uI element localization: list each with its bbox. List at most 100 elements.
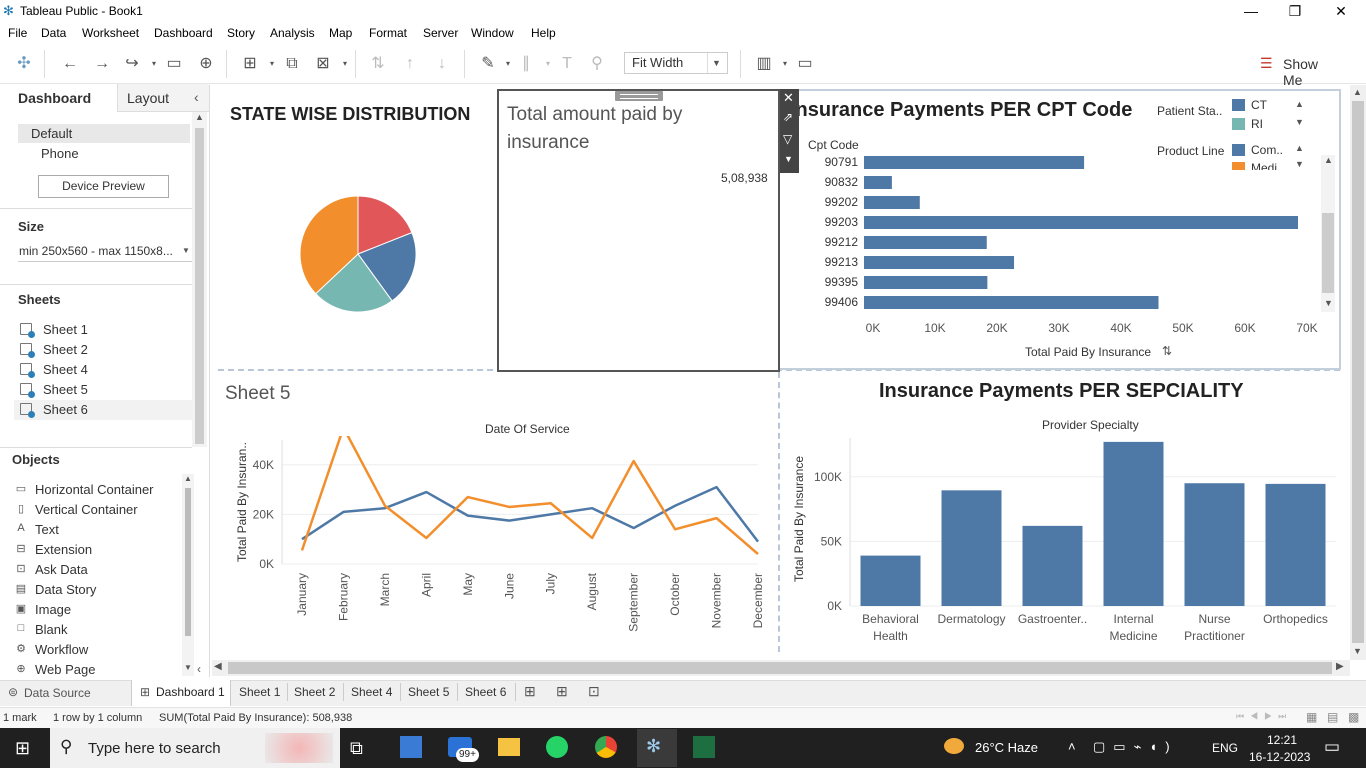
scroll-down-icon[interactable]: ▼ <box>1353 646 1362 656</box>
new-worksheet-dropdown-icon[interactable]: ▾ <box>262 54 282 74</box>
object-item[interactable]: ▭ Horizontal Container <box>12 480 180 500</box>
tab-layout[interactable]: Layout ‹ <box>117 84 209 112</box>
menu-window[interactable]: Window <box>471 26 514 40</box>
legend-item[interactable]: Com.. <box>1251 143 1283 157</box>
object-item[interactable]: ▯ Vertical Container <box>12 500 180 520</box>
restore-button[interactable]: ❐ <box>1272 0 1318 22</box>
new-worksheet-icon[interactable]: ⊞ <box>524 683 536 700</box>
sheet-item[interactable]: Sheet 2 <box>14 340 192 360</box>
presentation-mode-icon[interactable]: ▭ <box>795 54 815 74</box>
replay-dropdown-icon[interactable]: ▾ <box>144 54 164 74</box>
task-view-icon[interactable]: ⧉ <box>350 738 363 759</box>
object-item[interactable]: ⊕ Web Page <box>12 660 180 680</box>
grid-view-icon[interactable]: ▩ <box>1348 710 1359 724</box>
cpt-scrollbar[interactable]: ▲ ▼ <box>1321 155 1335 312</box>
clear-dropdown-icon[interactable]: ▾ <box>335 54 355 74</box>
chrome-icon[interactable] <box>595 736 617 758</box>
show-me-button[interactable]: ☰ Show Me <box>1240 52 1340 88</box>
scroll-left-icon[interactable]: ◀ <box>214 661 222 672</box>
sheet-item[interactable]: Sheet 1 <box>14 320 192 340</box>
menu-worksheet[interactable]: Worksheet <box>82 26 139 40</box>
legend-item[interactable]: CT <box>1251 98 1267 112</box>
more-options-icon[interactable]: ▼ <box>784 154 793 164</box>
left-pane-scrollbar[interactable]: ▲ <box>192 112 207 447</box>
undo-icon[interactable]: ← <box>60 54 80 74</box>
device-preview-button[interactable]: Device Preview <box>38 175 169 198</box>
device-default[interactable]: Default <box>18 124 190 143</box>
object-item[interactable]: ▣ Image <box>12 600 180 620</box>
new-worksheet-icon[interactable]: ⊞ <box>240 54 260 74</box>
go-to-sheet-icon[interactable]: ⇗ <box>783 110 793 124</box>
menu-analysis[interactable]: Analysis <box>270 26 315 40</box>
sheet-nav-icons[interactable]: ⏮◀▶⏭ <box>1236 711 1292 722</box>
scroll-up-icon[interactable]: ▲ <box>1295 143 1304 153</box>
sheet-item[interactable]: Sheet 6 <box>14 400 192 420</box>
scroll-down-icon[interactable]: ▼ <box>1324 298 1333 308</box>
legend-item[interactable]: Medi.. <box>1251 162 1284 170</box>
tray-chevron-up-icon[interactable]: ˄ <box>1068 739 1076 754</box>
tab-data-source[interactable]: ⊜ Data Source <box>0 681 128 705</box>
canvas-h-scrollbar[interactable]: ◀ ▶ <box>212 660 1350 676</box>
filmstrip-icon[interactable]: ▤ <box>1327 710 1338 724</box>
legend-item[interactable]: RI <box>1251 117 1263 131</box>
replay-icon[interactable]: ↪ <box>122 54 142 74</box>
clock-time[interactable]: 12:21 <box>1262 733 1302 747</box>
notifications-icon[interactable]: ▭ <box>1324 737 1340 757</box>
scrollbar-thumb[interactable] <box>1352 101 1364 643</box>
scrollbar-thumb[interactable] <box>185 488 191 636</box>
highlight-dropdown-icon[interactable]: ▾ <box>498 54 518 74</box>
new-data-source-icon[interactable]: ⊕ <box>196 54 216 74</box>
tab-sheet-4[interactable]: Sheet 4 <box>351 685 392 699</box>
show-cards-dropdown-icon[interactable]: ▾ <box>775 54 795 74</box>
fit-select[interactable]: Fit Width ▼ <box>624 52 728 74</box>
minimize-button[interactable]: — <box>1228 0 1274 22</box>
show-sheets-as-tabs-icon[interactable]: ▦ <box>1306 710 1317 724</box>
scroll-up-icon[interactable]: ▲ <box>1353 87 1362 97</box>
menu-file[interactable]: File <box>8 26 27 40</box>
scroll-down-icon[interactable]: ▼ <box>1295 117 1304 127</box>
tab-sheet-6[interactable]: Sheet 6 <box>465 685 506 699</box>
new-dashboard-icon[interactable]: ⊞ <box>556 683 568 700</box>
menu-dashboard[interactable]: Dashboard <box>154 26 213 40</box>
device-phone[interactable]: Phone <box>41 146 79 161</box>
menu-format[interactable]: Format <box>369 26 407 40</box>
tab-sheet-1[interactable]: Sheet 1 <box>239 685 280 699</box>
menu-map[interactable]: Map <box>329 26 352 40</box>
scroll-up-icon[interactable]: ▲ <box>195 112 204 122</box>
menu-story[interactable]: Story <box>227 26 255 40</box>
sheet-item[interactable]: Sheet 4 <box>14 360 192 380</box>
sort-icon[interactable]: ⇅ <box>1162 344 1172 358</box>
tab-sheet-2[interactable]: Sheet 2 <box>294 685 335 699</box>
show-cards-icon[interactable]: ▥ <box>754 54 774 74</box>
object-item[interactable]: □ Blank <box>12 620 180 640</box>
tray-system-icons[interactable]: ▢▭⌁◖) <box>1093 739 1178 755</box>
language-indicator[interactable]: ENG <box>1212 741 1238 755</box>
scroll-up-icon[interactable]: ▲ <box>184 474 192 483</box>
save-icon[interactable]: ▭ <box>164 54 184 74</box>
scrollbar-thumb[interactable] <box>195 128 204 444</box>
scrollbar-thumb[interactable] <box>1322 213 1334 293</box>
scroll-down-icon[interactable]: ▼ <box>184 663 192 672</box>
tableau-start-icon[interactable]: ✣ <box>14 54 34 74</box>
weather-text[interactable]: 26°C Haze <box>975 740 1038 755</box>
tab-sheet-5[interactable]: Sheet 5 <box>408 685 449 699</box>
scrollbar-thumb[interactable] <box>228 662 1332 674</box>
object-item[interactable]: A Text <box>12 520 180 540</box>
clock-date[interactable]: 16-12-2023 <box>1249 750 1310 764</box>
total-amount-zone[interactable]: Total amount paid by insurance 5,08,938 <box>497 89 780 372</box>
scroll-right-icon[interactable]: ▶ <box>1336 661 1344 672</box>
scroll-up-icon[interactable]: ▲ <box>1324 155 1333 165</box>
store-icon[interactable] <box>400 736 422 758</box>
file-explorer-icon[interactable] <box>498 738 520 756</box>
tab-dashboard-1[interactable]: ⊞ Dashboard 1 <box>131 680 231 706</box>
close-button[interactable]: ✕ <box>1318 0 1364 22</box>
menu-help[interactable]: Help <box>531 26 556 40</box>
new-story-icon[interactable]: ⊡ <box>588 683 600 700</box>
redo-icon[interactable]: → <box>92 54 112 74</box>
sheet-item[interactable]: Sheet 5 <box>14 380 192 400</box>
drag-handle[interactable] <box>615 91 663 101</box>
windows-start-icon[interactable]: ⊞ <box>15 738 30 759</box>
canvas-v-scrollbar[interactable]: ▲ ▼ <box>1350 85 1366 660</box>
duplicate-icon[interactable]: ⧉ <box>282 54 302 74</box>
collapse-pane-icon[interactable]: ‹ <box>194 89 199 105</box>
